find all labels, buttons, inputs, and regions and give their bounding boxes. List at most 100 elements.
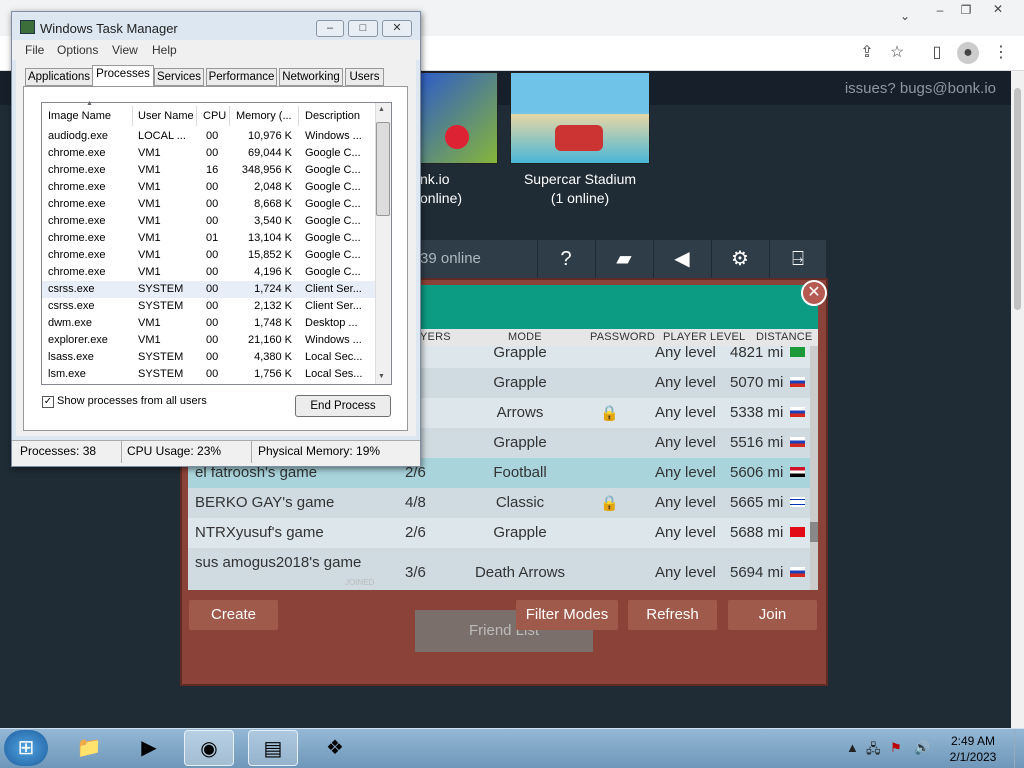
tab-networking[interactable]: Networking — [279, 68, 343, 86]
proc-user-name: VM1 — [138, 215, 161, 227]
tm-menu-file[interactable]: File — [25, 43, 44, 57]
col-distance[interactable]: DISTANCE — [756, 331, 812, 343]
tab-performance[interactable]: Performance — [206, 68, 277, 86]
room-mode: Grapple — [493, 524, 547, 541]
chrome-taskbar-icon[interactable]: ◉ — [184, 730, 234, 766]
menu-separator — [653, 240, 654, 278]
help-icon[interactable]: ? — [551, 245, 581, 273]
room-row[interactable]: NTRXyusuf's game 2/6 Grapple Any level 5688 … — [188, 518, 810, 548]
show-desktop-button[interactable] — [1014, 730, 1024, 768]
share-icon[interactable]: ⇪ — [856, 42, 878, 64]
process-row[interactable]: audiodg.exe LOCAL ... 00 10,976 K Windows ..… — [42, 128, 378, 145]
status-separator — [121, 441, 122, 463]
game-thumbnail-supercar[interactable] — [510, 72, 650, 164]
task-manager-taskbar-icon[interactable]: ▤ — [248, 730, 298, 766]
process-row[interactable]: explorer.exe VM1 00 21,160 K Windows ... — [42, 332, 378, 349]
side-panel-icon[interactable]: ▯ — [926, 42, 948, 64]
proc-user-name: SYSTEM — [138, 368, 184, 380]
taskbar-clock[interactable]: 2:49 AM 2/1/2023 — [937, 733, 1009, 765]
game-thumbnail-bonk[interactable] — [420, 72, 498, 164]
process-row[interactable]: chrome.exe VM1 00 4,196 K Google C... — [42, 264, 378, 281]
process-row[interactable]: lsm.exe SYSTEM 00 1,756 K Local Ses... — [42, 366, 378, 383]
proc-image-name: chrome.exe — [48, 147, 106, 159]
menu-separator — [537, 240, 538, 278]
process-row[interactable]: chrome.exe VM1 00 8,668 K Google C... — [42, 196, 378, 213]
room-list-scroll-thumb[interactable] — [810, 522, 818, 542]
col-mode[interactable]: MODE — [508, 331, 542, 343]
network-icon[interactable]: 🖧 — [866, 740, 881, 762]
close-room-list-button[interactable]: ✕ — [801, 280, 827, 306]
room-row[interactable]: BERKO GAY's game 4/8 Classic Any level 5665 … — [188, 488, 810, 518]
page-scroll-thumb[interactable] — [1014, 88, 1021, 310]
col-player-level[interactable]: PLAYER LEVEL — [663, 331, 745, 343]
proc-description: Google C... — [305, 181, 361, 193]
show-all-users-checkbox[interactable]: ✓ — [42, 396, 54, 408]
start-button[interactable]: ⊞ — [4, 730, 48, 766]
end-process-button[interactable]: End Process — [295, 395, 391, 417]
restore-button[interactable]: ❐ — [956, 2, 976, 18]
media-player-taskbar-icon[interactable]: ▶ — [124, 730, 174, 766]
scroll-down-icon[interactable]: ▼ — [378, 373, 385, 380]
process-row[interactable]: csrss.exe SYSTEM 00 2,132 K Client Ser... — [42, 298, 378, 315]
video-icon[interactable]: ▰ — [609, 245, 639, 273]
tm-minimize-button[interactable]: – — [316, 20, 344, 37]
col-description[interactable]: Description — [299, 106, 375, 126]
room-mode: Death Arrows — [474, 564, 566, 581]
tm-menu-options[interactable]: Options — [57, 43, 98, 57]
tm-maximize-button[interactable]: □ — [348, 20, 378, 37]
join-button[interactable]: Join — [728, 600, 817, 630]
process-row[interactable]: chrome.exe VM1 00 2,048 K Google C... — [42, 179, 378, 196]
col-password[interactable]: PASSWORD — [590, 331, 655, 343]
col-cpu[interactable]: CPU — [197, 106, 230, 126]
process-row[interactable]: chrome.exe VM1 16 348,956 K Google C... — [42, 162, 378, 179]
process-list-scroll-thumb[interactable] — [376, 122, 390, 216]
process-row[interactable]: dwm.exe VM1 00 1,748 K Desktop ... — [42, 315, 378, 332]
windows-update-taskbar-icon[interactable]: ❖ — [310, 730, 360, 766]
process-row[interactable]: chrome.exe VM1 00 15,852 K Google C... — [42, 247, 378, 264]
col-image-name[interactable]: Image Name — [42, 106, 133, 126]
scroll-up-icon[interactable]: ▲ — [378, 106, 385, 113]
room-list-scrollbar[interactable] — [810, 346, 818, 590]
issues-link[interactable]: issues? bugs@bonk.io — [845, 80, 996, 97]
proc-memory: 15,852 K — [247, 249, 292, 261]
process-row[interactable]: chrome.exe VM1 00 3,540 K Google C... — [42, 213, 378, 230]
process-row[interactable]: csrss.exe SYSTEM 00 1,724 K Client Ser... — [42, 281, 378, 298]
tm-close-button[interactable]: ✕ — [382, 20, 412, 37]
process-row[interactable]: chrome.exe VM1 01 13,104 K Google C... — [42, 230, 378, 247]
col-user-name[interactable]: User Name — [132, 106, 197, 126]
room-mode: Grapple — [493, 374, 547, 391]
room-distance: 5606 mi — [730, 464, 784, 481]
proc-user-name: SYSTEM — [138, 351, 184, 363]
tray-expand-icon[interactable]: ▲ — [846, 740, 859, 755]
refresh-button[interactable]: Refresh — [628, 600, 717, 630]
explorer-taskbar-icon[interactable]: 📁 — [64, 730, 114, 766]
proc-cpu: 00 — [206, 334, 219, 346]
col-players[interactable]: YERS — [420, 331, 451, 343]
filter-modes-button[interactable]: Filter Modes — [516, 600, 618, 630]
proc-cpu: 00 — [206, 198, 219, 210]
create-button[interactable]: Create — [189, 600, 278, 630]
volume-icon[interactable]: 🔊 — [914, 740, 930, 756]
room-row[interactable]: sus amogus2018's game 3/6 Death Arrows Any … — [188, 548, 810, 590]
process-row[interactable]: lsass.exe SYSTEM 00 4,380 K Local Sec... — [42, 349, 378, 366]
tab-search-chevron-icon[interactable]: ⌄ — [896, 8, 914, 24]
profile-avatar-icon[interactable]: ● — [957, 42, 979, 64]
more-menu-icon[interactable]: ⋮ — [990, 42, 1012, 64]
tab-services[interactable]: Services — [154, 68, 204, 86]
egypt-flag-icon — [790, 467, 805, 477]
close-button[interactable]: ✕ — [988, 1, 1008, 17]
exit-door-icon[interactable]: ⍈ — [783, 245, 813, 273]
tm-menu-help[interactable]: Help — [152, 43, 177, 57]
bookmark-star-icon[interactable]: ☆ — [886, 42, 908, 64]
thumb-online-1: online) — [420, 190, 463, 206]
tab-users[interactable]: Users — [345, 68, 384, 86]
minimize-button[interactable]: – — [930, 2, 950, 18]
action-center-icon[interactable]: ⚑ — [890, 740, 902, 756]
tm-menu-view[interactable]: View — [112, 43, 138, 57]
speaker-icon[interactable]: ◀ — [667, 245, 697, 273]
process-row[interactable]: chrome.exe VM1 00 69,044 K Google C... — [42, 145, 378, 162]
col-memory[interactable]: Memory (... — [230, 106, 299, 126]
tab-applications[interactable]: Applications — [25, 68, 93, 86]
settings-gear-icon[interactable]: ⚙ — [725, 245, 755, 273]
tab-processes[interactable]: Processes — [92, 65, 154, 87]
